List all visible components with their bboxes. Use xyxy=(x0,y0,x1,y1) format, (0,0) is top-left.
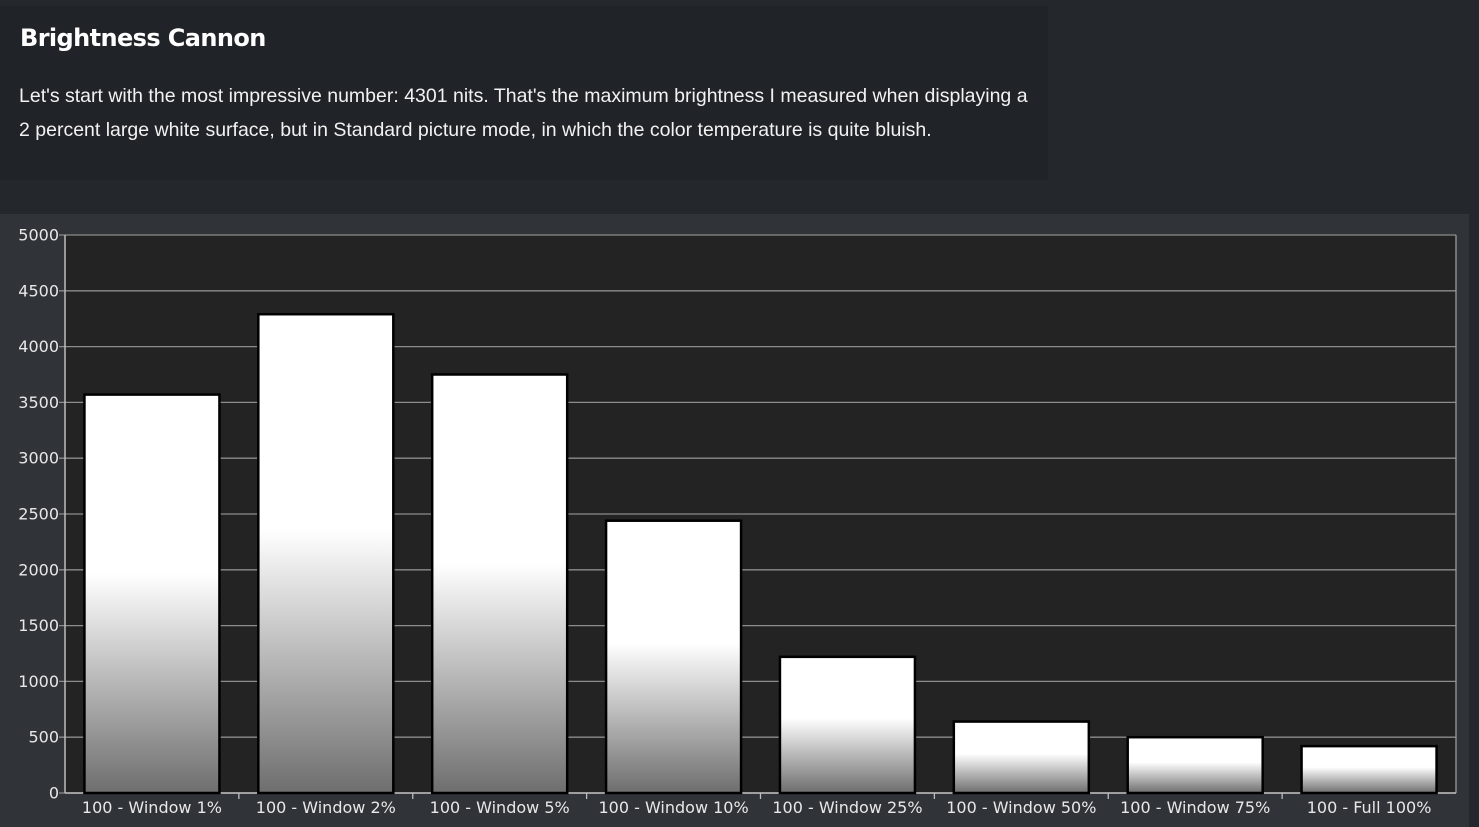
article-paragraph: Let's start with the most impressive num… xyxy=(19,85,1028,141)
y-tick-label: 3500 xyxy=(18,393,59,412)
x-category-labels: 100 - Window 1% 100 - Window 2% 100 - Wind… xyxy=(82,798,1431,817)
y-tick-labels: 0 500 1000 1500 2000 2500 3000 3500 4000 4500 5000 xyxy=(18,226,59,803)
bar-8 xyxy=(1300,744,1438,795)
bar-3 xyxy=(430,373,569,795)
y-tick-label: 500 xyxy=(28,728,59,747)
bar-2 xyxy=(257,312,395,795)
x-category-label: 100 - Window 50% xyxy=(946,798,1096,817)
y-tick-label: 4000 xyxy=(18,337,59,356)
x-category-label: 100 - Full 100% xyxy=(1307,798,1432,817)
y-tick-label: 2500 xyxy=(18,505,59,524)
y-tick-label: 1000 xyxy=(18,672,59,691)
bar-6 xyxy=(952,720,1091,795)
chart-panel: 0 500 1000 1500 2000 2500 3000 3500 4000 4500 5000… xyxy=(0,214,1469,827)
y-tick-label: 1500 xyxy=(18,616,59,635)
y-tick-label: 0 xyxy=(49,784,59,803)
bar-1 xyxy=(83,393,221,795)
y-tick-label: 3000 xyxy=(18,449,59,468)
article-title: Brightness Cannon xyxy=(20,24,266,52)
brightness-bar-chart: 0 500 1000 1500 2000 2500 3000 3500 4000 4500 5000… xyxy=(18,226,1457,817)
article-box: Brightness Cannon Let's start with the m… xyxy=(0,6,1048,180)
bar-4 xyxy=(604,519,743,795)
bar-5 xyxy=(778,655,917,795)
x-category-label: 100 - Window 10% xyxy=(598,798,748,817)
bar-7 xyxy=(1126,735,1264,795)
y-tick-label: 2000 xyxy=(18,560,59,579)
y-tick-label: 5000 xyxy=(18,226,59,245)
x-category-label: 100 - Window 2% xyxy=(256,798,396,817)
x-category-label: 100 - Window 1% xyxy=(82,798,222,817)
x-category-label: 100 - Window 75% xyxy=(1120,798,1270,817)
x-category-label: 100 - Window 5% xyxy=(430,798,570,817)
y-tick-label: 4500 xyxy=(18,281,59,300)
x-category-label: 100 - Window 25% xyxy=(772,798,922,817)
